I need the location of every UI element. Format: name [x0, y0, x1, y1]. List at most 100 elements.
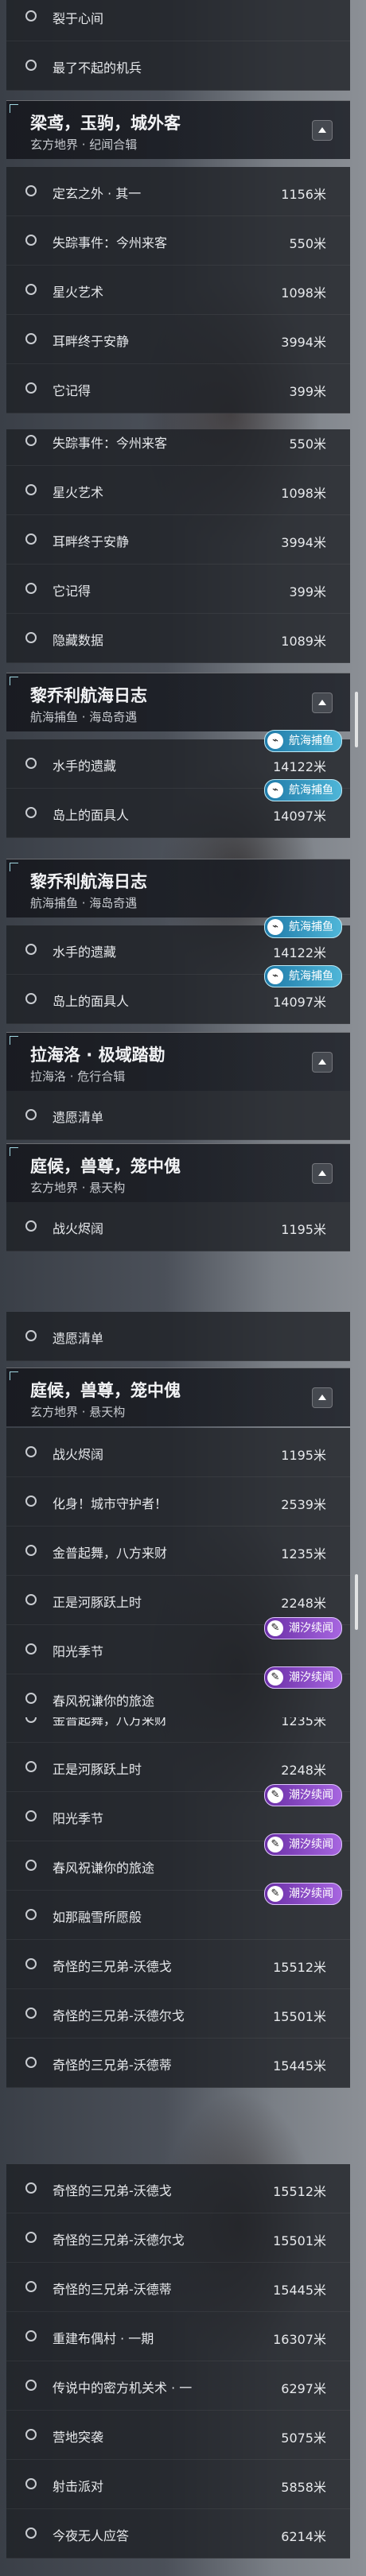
- quest-row[interactable]: 化身！城市守护者！ 2539米: [6, 1477, 350, 1527]
- corner-ornament-icon: [10, 677, 18, 685]
- quest-name: 岛上的面具人: [53, 994, 130, 1009]
- quest-group-header[interactable]: 黎乔利航海日志 航海捕鱼 · 海岛奇遇: [6, 673, 350, 731]
- quest-row[interactable]: 奇怪的三兄弟-沃德蒂 15445米: [6, 2039, 350, 2088]
- quest-group-header[interactable]: 黎乔利航海日志 航海捕鱼 · 海岛奇遇: [6, 859, 350, 918]
- quest-row[interactable]: 奇怪的三兄弟-沃德尔戈 15501米: [6, 1989, 350, 2039]
- collapse-caret-icon[interactable]: [312, 120, 333, 141]
- event-badge-sea-fishing: ⌁ 航海捕鱼: [264, 965, 342, 987]
- quest-row[interactable]: 传说中的密方机关术 · 一 6297米: [6, 2361, 350, 2411]
- quest-row[interactable]: 奇怪的三兄弟-沃德尔戈 15501米: [6, 2213, 350, 2263]
- quest-row[interactable]: 它记得 399米: [6, 564, 350, 614]
- quest-distance: 15501米: [273, 2009, 326, 2024]
- quest-row[interactable]: 遗愿清单: [6, 1312, 350, 1361]
- corner-ornament-icon: [10, 104, 18, 113]
- quest-status-circle-icon: [25, 1643, 37, 1655]
- collapse-caret-icon[interactable]: [312, 692, 333, 713]
- quest-name: 失踪事件：今州来客: [53, 235, 168, 250]
- quest-name: 星火艺术: [53, 285, 104, 300]
- quest-name: 它记得: [53, 383, 92, 398]
- quest-row[interactable]: 最了不起的机兵: [6, 41, 350, 91]
- badge-label: 航海捕鱼: [289, 970, 333, 983]
- quest-row[interactable]: 金普起舞，八方来财 1235米: [6, 1527, 350, 1576]
- scrollbar-thumb[interactable]: [355, 1574, 358, 1630]
- quest-row[interactable]: 岛上的面具人 14097米 ⌁ 航海捕鱼: [6, 779, 350, 838]
- quest-status-circle-icon: [25, 2528, 37, 2539]
- quest-row[interactable]: 定玄之外 · 其一 1156米: [6, 167, 350, 216]
- quest-distance: 2539米: [281, 1497, 326, 1512]
- quest-name: 射击派对: [53, 2479, 104, 2494]
- quest-row[interactable]: 奇怪的三兄弟-沃德戈 15512米: [6, 1940, 350, 1989]
- quest-row[interactable]: 春风祝谦你的旅途 ✎ 潮汐续闻: [6, 1666, 350, 1717]
- scrollbar-thumb[interactable]: [355, 692, 358, 747]
- quest-status-circle-icon: [25, 2008, 37, 2019]
- quest-name: 奇怪的三兄弟-沃德戈: [53, 1959, 172, 1974]
- quest-row[interactable]: 失踪事件：今州来客 550米: [6, 429, 350, 466]
- quest-name: 金普起舞，八方来财: [53, 1717, 168, 1728]
- quest-row[interactable]: 营地突袭 5075米: [6, 2411, 350, 2460]
- badge-label: 潮汐续闻: [289, 1671, 333, 1684]
- quest-row[interactable]: 耳畔终于安静 3994米: [6, 515, 350, 564]
- quest-status-circle-icon: [25, 2057, 37, 2068]
- quest-group-header[interactable]: 庭候，兽尊，笼中傀 玄方地界 · 悬天构: [6, 1143, 350, 1202]
- quest-status-circle-icon: [25, 2330, 37, 2341]
- quest-row[interactable]: 奇怪的三兄弟-沃德蒂 15445米: [6, 2263, 350, 2312]
- quest-row[interactable]: 遗愿清单: [6, 1091, 350, 1140]
- corner-ornament-icon: [10, 863, 18, 871]
- quest-name: 失踪事件：今州来客: [53, 436, 168, 451]
- quest-group-header[interactable]: 庭候，兽尊，笼中傀 玄方地界 · 悬天构: [6, 1368, 350, 1426]
- group-title: 黎乔利航海日志: [30, 686, 147, 705]
- quest-row[interactable]: 耳畔终于安静 3994米: [6, 315, 350, 364]
- quest-row[interactable]: 星火艺术 1098米: [6, 466, 350, 515]
- screen-4: 遗愿清单 庭候，兽尊，笼中傀 玄方地界 · 悬天构 战火烬阔 1195米 化身！…: [0, 1288, 366, 1717]
- collapse-caret-icon[interactable]: [312, 1387, 333, 1408]
- tide-icon: ✎: [267, 1886, 283, 1902]
- quest-row[interactable]: 星火艺术 1098米: [6, 266, 350, 315]
- collapse-caret-icon[interactable]: [312, 1052, 333, 1073]
- tide-icon: ✎: [267, 1787, 283, 1803]
- quest-name: 奇怪的三兄弟-沃德戈: [53, 2183, 172, 2198]
- quest-distance: 1195米: [281, 1448, 326, 1463]
- quest-distance: 1098米: [281, 285, 326, 301]
- quest-row[interactable]: 裂于心间: [6, 0, 350, 41]
- quest-name: 阳光季节: [53, 1644, 104, 1659]
- quest-name: 战火烬阔: [53, 1221, 104, 1236]
- quest-row[interactable]: 岛上的面具人 14097米 ⌁ 航海捕鱼: [6, 965, 350, 1024]
- quest-name: 耳畔终于安静: [53, 334, 130, 349]
- quest-row[interactable]: 今夜无人应答 6214米: [6, 2509, 350, 2559]
- screen-6: 奇怪的三兄弟-沃德戈 15512米 奇怪的三兄弟-沃德尔戈 15501米 奇怪的…: [0, 2147, 366, 2576]
- quest-distance: 1235米: [281, 1546, 326, 1562]
- quest-status-circle-icon: [25, 1220, 37, 1232]
- quest-row[interactable]: 战火烬阔 1195米: [6, 1202, 350, 1251]
- tide-icon: ✎: [267, 1620, 283, 1636]
- quest-status-circle-icon: [25, 583, 37, 594]
- quest-name: 遗愿清单: [53, 1110, 104, 1125]
- screen-3: 黎乔利航海日志 航海捕鱼 · 海岛奇遇 水手的遗藏 14122米 ⌁ 航海捕鱼 岛…: [0, 859, 366, 1288]
- quest-distance: 399米: [289, 584, 326, 599]
- badge-label: 潮汐续闻: [289, 1887, 333, 1900]
- quest-row[interactable]: 重建布偶村 · 一期 16307米: [6, 2312, 350, 2361]
- quest-distance: 3994米: [281, 535, 326, 550]
- collapse-caret-icon[interactable]: [312, 1163, 333, 1184]
- quest-distance: 1089米: [281, 634, 326, 649]
- quest-group-header[interactable]: 梁鸢，玉驹，城外客 玄方地界 · 纪闻合辑: [6, 100, 350, 159]
- quest-status-circle-icon: [25, 1761, 37, 1772]
- badge-label: 航海捕鱼: [289, 735, 333, 747]
- quest-name: 它记得: [53, 584, 92, 599]
- screen-1: 裂于心间 最了不起的机兵 梁鸢，玉驹，城外客 玄方地界 · 纪闻合辑 定玄之外 …: [0, 0, 366, 429]
- quest-row[interactable]: 它记得 399米: [6, 364, 350, 413]
- quest-row[interactable]: 如那融雪所愿般 ✎ 潮汐续闻: [6, 1883, 350, 1940]
- group-title: 拉海洛 · 极域踏勘: [30, 1046, 165, 1065]
- quest-status-circle-icon: [25, 1693, 37, 1704]
- quest-distance: 14097米: [273, 809, 326, 824]
- quest-row[interactable]: 奇怪的三兄弟-沃德戈 15512米: [6, 2164, 350, 2213]
- event-badge-tide-story: ✎ 潮汐续闻: [264, 1784, 342, 1806]
- quest-row[interactable]: 战火烬阔 1195米: [6, 1428, 350, 1477]
- quest-row[interactable]: 失踪事件：今州来客 550米: [6, 216, 350, 266]
- quest-row[interactable]: 隐藏数据 1089米: [6, 614, 350, 663]
- event-badge-tide-story: ✎ 潮汐续闻: [264, 1883, 342, 1905]
- quest-row[interactable]: 金普起舞，八方来财 1235米: [6, 1717, 350, 1743]
- quest-group-header[interactable]: 拉海洛 · 极域踏勘 拉海洛 · 危行合辑: [6, 1032, 350, 1091]
- quest-name: 如那融雪所愿般: [53, 1910, 142, 1925]
- quest-name: 耳畔终于安静: [53, 534, 130, 549]
- quest-row[interactable]: 射击派对 5858米: [6, 2460, 350, 2509]
